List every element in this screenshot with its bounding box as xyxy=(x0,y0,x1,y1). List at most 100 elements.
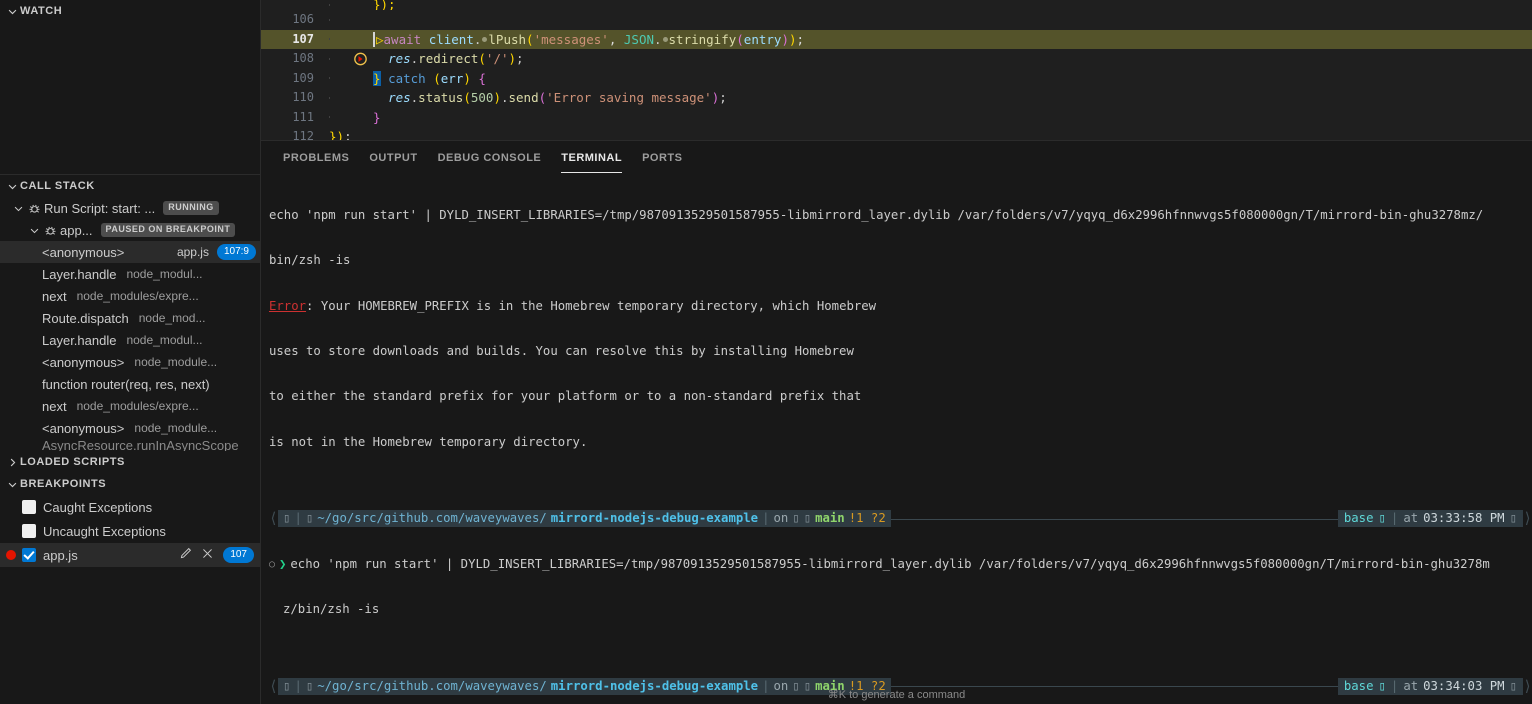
call-stack-frame[interactable]: Layer.handle node_modul... xyxy=(0,329,260,351)
separator: | xyxy=(762,678,769,695)
prompt-filler-line xyxy=(891,510,1338,527)
frame-position-badge: 107:9 xyxy=(217,244,256,260)
breakpoints-section-header[interactable]: BREAKPOINTS xyxy=(0,473,260,495)
powerline-right-cap-icon: ⟩ xyxy=(1523,510,1532,527)
apple-glyph-icon: ▯ xyxy=(283,678,290,695)
watch-section-header[interactable]: WATCH xyxy=(0,0,260,22)
code-line-107-current[interactable]: 107 ▷await client.lPush('messages', JSON… xyxy=(261,30,1532,50)
prompt-path: ~/go/src/github.com/waveywaves/ xyxy=(317,510,547,527)
git-glyph-icon: ▯ xyxy=(792,510,799,527)
separator: | xyxy=(1391,678,1398,695)
prompt-time: 03:33:58 PM xyxy=(1423,510,1504,527)
code-line-109[interactable]: 109 } catch (err) { xyxy=(261,69,1532,89)
call-stack-frame[interactable]: <anonymous> node_module... xyxy=(0,417,260,439)
prompt-repo: mirrord-nodejs-debug-example xyxy=(551,678,758,695)
code-line-106[interactable]: 106 xyxy=(261,10,1532,30)
code-text: }); xyxy=(323,127,352,141)
error-text: : Your HOMEBREW_PREFIX is in the Homebre… xyxy=(306,299,876,313)
code-text: res.redirect('/'); xyxy=(373,49,524,69)
prompt-time: 03:34:03 PM xyxy=(1423,678,1504,695)
code-line-105[interactable]: }); xyxy=(261,0,1532,10)
breakpoint-uncaught-exceptions[interactable]: Uncaught Exceptions xyxy=(0,519,260,543)
breakpoint-line-badge: 107 xyxy=(223,547,254,563)
frame-name: function router(req, res, next) xyxy=(42,377,210,392)
call-stack-frame-clipped[interactable]: AsyncResource.runInAsyncScope xyxy=(0,439,260,451)
call-stack-frame[interactable]: next node_modules/expre... xyxy=(0,395,260,417)
error-label: Error xyxy=(269,299,306,313)
command-text: echo 'npm run start' | DYLD_INSERT_LIBRA… xyxy=(290,557,1489,572)
close-icon[interactable] xyxy=(201,547,214,563)
line-number: 112 xyxy=(261,127,323,141)
call-stack-frame-selected[interactable]: <anonymous> app.js 107:9 xyxy=(0,241,260,263)
git-glyph-icon: ▯ xyxy=(792,678,799,695)
watch-title: WATCH xyxy=(20,5,62,17)
breakpoint-label: Caught Exceptions xyxy=(43,500,152,515)
code-line-112[interactable]: 112 }); xyxy=(261,127,1532,141)
terminal-output[interactable]: echo 'npm run start' | DYLD_INSERT_LIBRA… xyxy=(261,176,1532,704)
code-line-111[interactable]: 111 } xyxy=(261,108,1532,128)
breakpoints-title: BREAKPOINTS xyxy=(20,478,106,490)
prompt-on: on xyxy=(773,510,788,527)
debug-bug-icon xyxy=(42,222,58,238)
checkbox-checked-icon[interactable] xyxy=(22,548,36,562)
breakpoints-section: BREAKPOINTS Caught Exceptions Uncaught E… xyxy=(0,473,260,567)
tab-debug-console[interactable]: DEBUG CONSOLE xyxy=(428,141,552,176)
python-glyph-icon: ▯ xyxy=(1379,510,1386,527)
loaded-scripts-section: LOADED SCRIPTS xyxy=(0,451,260,473)
call-stack-frame[interactable]: function router(req, res, next) xyxy=(0,373,260,395)
separator: | xyxy=(294,678,301,695)
tab-output[interactable]: OUTPUT xyxy=(359,141,427,176)
code-editor[interactable]: }); 106 107 ▷await client.lPush('message… xyxy=(261,0,1532,141)
separator: | xyxy=(762,510,769,527)
line-number: 109 xyxy=(261,69,323,89)
call-stack-frame[interactable]: <anonymous> node_module... xyxy=(0,351,260,373)
breakpoint-app-js[interactable]: app.js 107 xyxy=(0,543,260,567)
tab-ports[interactable]: PORTS xyxy=(632,141,692,176)
powerline-left-cap-icon: ⟨ xyxy=(269,678,278,695)
frame-source: app.js xyxy=(177,245,209,259)
call-stack-session-app[interactable]: app... PAUSED ON BREAKPOINT xyxy=(0,219,260,241)
debug-bug-icon xyxy=(26,200,42,216)
call-stack-session-state: PAUSED ON BREAKPOINT xyxy=(101,223,236,237)
call-stack-session-state: RUNNING xyxy=(163,201,219,215)
code-line-110[interactable]: 110 res.status(500).send('Error saving m… xyxy=(261,88,1532,108)
call-stack-frame[interactable]: next node_modules/expre... xyxy=(0,285,260,307)
prompt-at: at xyxy=(1403,678,1418,695)
tab-terminal[interactable]: TERMINAL xyxy=(551,141,632,176)
code-text: } xyxy=(373,108,381,128)
separator: | xyxy=(294,510,301,527)
frame-name: Route.dispatch xyxy=(42,311,129,326)
checkbox-unchecked-icon[interactable] xyxy=(22,524,36,538)
folder-glyph-icon: ▯ xyxy=(306,510,313,527)
line-number: 111 xyxy=(261,108,323,128)
clock-glyph-icon: ▯ xyxy=(1510,510,1517,527)
line-number-text: 107 xyxy=(292,30,314,50)
terminal-line: bin/zsh -is xyxy=(269,253,1532,268)
breakpoint-caught-exceptions[interactable]: Caught Exceptions xyxy=(0,495,260,519)
vscode-window: WATCH CALL STACK xyxy=(0,0,1532,704)
terminal-line: to either the standard prefix for your p… xyxy=(269,389,1532,404)
frame-name: <anonymous> xyxy=(42,355,124,370)
branch-glyph-icon: ▯ xyxy=(804,678,811,695)
line-number: 107 xyxy=(261,30,323,50)
breakpoint-arrow-icon[interactable] xyxy=(267,33,280,46)
call-stack-frame[interactable]: Layer.handle node_modul... xyxy=(0,263,260,285)
prompt-env: base xyxy=(1344,510,1374,527)
call-stack-section-header[interactable]: CALL STACK xyxy=(0,175,260,197)
prompt-on: on xyxy=(773,678,788,695)
prompt-branch: main xyxy=(815,678,845,695)
edit-pencil-icon[interactable] xyxy=(179,547,192,563)
folder-glyph-icon: ▯ xyxy=(306,678,313,695)
tab-problems[interactable]: PROBLEMS xyxy=(273,141,359,176)
branch-glyph-icon: ▯ xyxy=(804,510,811,527)
command-status-bullet-icon: ○ xyxy=(269,557,279,572)
call-stack-session-run-script[interactable]: Run Script: start: ... RUNNING xyxy=(0,197,260,219)
checkbox-unchecked-icon[interactable] xyxy=(22,500,36,514)
loaded-scripts-section-header[interactable]: LOADED SCRIPTS xyxy=(0,451,260,473)
call-stack-frame[interactable]: Route.dispatch node_mod... xyxy=(0,307,260,329)
code-line-108[interactable]: 108 res.redirect('/'); xyxy=(261,49,1532,69)
prompt-at: at xyxy=(1403,510,1418,527)
watch-body[interactable] xyxy=(0,22,260,196)
code-text: ▷await client.lPush('messages', JSON.str… xyxy=(373,30,804,50)
powerline-right-cap-icon: ⟩ xyxy=(1523,678,1532,695)
